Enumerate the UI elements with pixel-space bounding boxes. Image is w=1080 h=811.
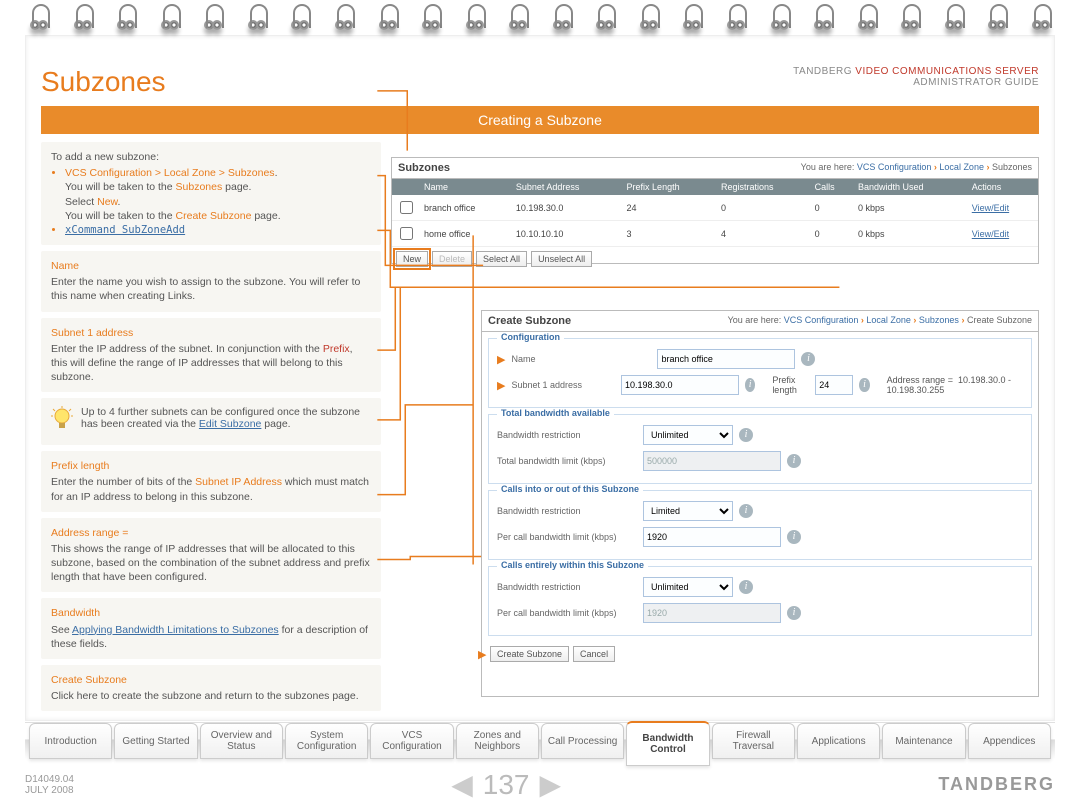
tab-vcs-configuration[interactable]: VCS Configuration	[370, 723, 453, 759]
bw-restrict-select[interactable]: Unlimited	[643, 425, 733, 445]
tab-system-configuration[interactable]: System Configuration	[285, 723, 368, 759]
nav-path: VCS Configuration > Local Zone > Subzone…	[65, 167, 275, 179]
breadcrumb: You are here: VCS Configuration Local Zo…	[728, 315, 1032, 327]
bw-restrict-select[interactable]: Limited	[643, 501, 733, 521]
calls-within-fieldset: Calls entirely within this Subzone Bandw…	[488, 566, 1032, 636]
table-row: home office 10.10.10.10 3 4 0 0 kbps Vie…	[392, 221, 1038, 247]
info-icon[interactable]: i	[739, 580, 753, 594]
product-header: TANDBERG VIDEO COMMUNICATIONS SERVER ADM…	[793, 66, 1039, 88]
row-checkbox[interactable]	[400, 227, 413, 240]
bw-limit-input	[643, 451, 781, 471]
bw-restrict-select[interactable]: Unlimited	[643, 577, 733, 597]
intro-block: To add a new subzone: VCS Configuration …	[41, 142, 381, 245]
info-icon[interactable]: i	[859, 378, 869, 392]
tab-call-processing[interactable]: Call Processing	[541, 723, 624, 759]
calls-io-fieldset: Calls into or out of this Subzone Bandwi…	[488, 490, 1032, 560]
section-name: Name Enter the name you wish to assign t…	[41, 251, 381, 312]
tab-zones-and-neighbors[interactable]: Zones and Neighbors	[456, 723, 539, 759]
tab-bandwidth-control[interactable]: Bandwidth Control	[626, 721, 709, 766]
section-prefix: Prefix length Enter the number of bits o…	[41, 451, 381, 512]
prefix-input[interactable]	[815, 375, 853, 395]
nav-tabs: IntroductionGetting StartedOverview and …	[25, 722, 1055, 759]
info-icon[interactable]: i	[739, 504, 753, 518]
config-fieldset: Configuration ▶ Name i ▶ Subnet 1 addres…	[488, 338, 1032, 408]
create-subzone-panel: Create Subzone You are here: VCS Configu…	[481, 310, 1039, 697]
info-icon[interactable]: i	[745, 378, 755, 392]
next-page-icon[interactable]: ▶	[539, 768, 561, 801]
lightbulb-icon	[51, 406, 73, 437]
view-edit-link[interactable]: View/Edit	[972, 203, 1009, 213]
section-range: Address range = This shows the range of …	[41, 518, 381, 593]
xcommand-link[interactable]: xCommand SubZoneAdd	[65, 224, 185, 236]
bandwidth-link[interactable]: Applying Bandwidth Limitations to Subzon…	[72, 624, 279, 636]
tab-firewall-traversal[interactable]: Firewall Traversal	[712, 723, 795, 759]
subzones-table: Name Subnet Address Prefix Length Regist…	[392, 179, 1038, 247]
unselect-all-button[interactable]: Unselect All	[531, 251, 592, 267]
info-icon[interactable]: i	[787, 530, 801, 544]
select-all-button[interactable]: Select All	[476, 251, 527, 267]
section-subnet: Subnet 1 address Enter the IP address of…	[41, 318, 381, 393]
arrow-icon: ▶	[497, 353, 505, 366]
section-banner: Creating a Subzone	[41, 106, 1039, 134]
page-number: 137	[483, 769, 530, 801]
arrow-icon: ▶	[478, 648, 486, 661]
arrow-icon: ▶	[497, 379, 505, 392]
spiral-binding	[30, 10, 1050, 40]
bw-limit-input[interactable]	[643, 527, 781, 547]
table-row: branch office 10.198.30.0 24 0 0 0 kbps …	[392, 195, 1038, 221]
breadcrumb: You are here: VCS Configuration Local Zo…	[801, 162, 1032, 174]
tab-overview-and-status[interactable]: Overview and Status	[200, 723, 283, 759]
subnet-input[interactable]	[621, 375, 739, 395]
cancel-button[interactable]: Cancel	[573, 646, 615, 662]
doc-info: D14049.04 JULY 2008	[25, 774, 74, 796]
info-icon[interactable]: i	[787, 606, 801, 620]
subzones-list-panel: Subzones You are here: VCS Configuration…	[391, 157, 1039, 264]
edit-subzone-link[interactable]: Edit Subzone	[199, 418, 261, 430]
tab-appendices[interactable]: Appendices	[968, 723, 1051, 759]
section-bandwidth: Bandwidth See Applying Bandwidth Limitat…	[41, 598, 381, 659]
info-icon[interactable]: i	[787, 454, 801, 468]
new-button[interactable]: New	[396, 251, 428, 267]
page-title: Subzones	[41, 66, 166, 98]
brand-logo: TANDBERG	[938, 774, 1055, 795]
info-icon[interactable]: i	[801, 352, 815, 366]
tip-box: Up to 4 further subnets can be configure…	[41, 398, 381, 445]
tab-maintenance[interactable]: Maintenance	[882, 723, 965, 759]
tab-applications[interactable]: Applications	[797, 723, 880, 759]
prev-page-icon[interactable]: ◀	[451, 768, 473, 801]
row-checkbox[interactable]	[400, 201, 413, 214]
section-create: Create Subzone Click here to create the …	[41, 665, 381, 711]
tab-introduction[interactable]: Introduction	[29, 723, 112, 759]
delete-button[interactable]: Delete	[432, 251, 472, 267]
total-bw-fieldset: Total bandwidth available Bandwidth rest…	[488, 414, 1032, 484]
info-icon[interactable]: i	[739, 428, 753, 442]
pager: ◀ 137 ▶	[451, 768, 561, 801]
view-edit-link[interactable]: View/Edit	[972, 229, 1009, 239]
bw-limit-input	[643, 603, 781, 623]
tab-getting-started[interactable]: Getting Started	[114, 723, 197, 759]
create-subzone-button[interactable]: Create Subzone	[490, 646, 569, 662]
name-input[interactable]	[657, 349, 795, 369]
